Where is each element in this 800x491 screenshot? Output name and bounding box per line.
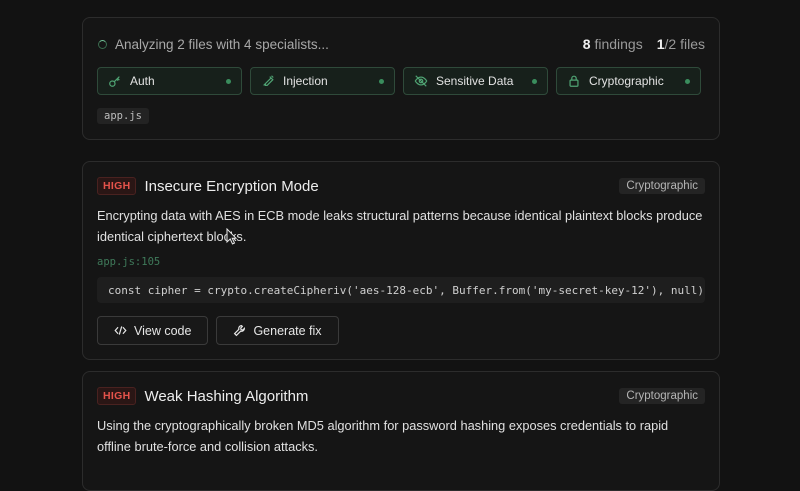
mouse-cursor-icon	[226, 228, 238, 245]
findings-counter: 8 findings	[582, 36, 643, 52]
view-code-label: View code	[134, 323, 192, 338]
syringe-icon	[261, 74, 275, 88]
status-dot	[685, 79, 690, 84]
specialist-label: Sensitive Data	[436, 74, 514, 88]
code-icon	[114, 324, 127, 337]
finding-title-group: HIGH Insecure Encryption Mode	[97, 177, 319, 195]
loading-spinner-icon	[98, 39, 107, 49]
specialist-label: Cryptographic	[589, 74, 664, 88]
status-dot	[226, 79, 231, 84]
finding-title: Weak Hashing Algorithm	[144, 387, 309, 405]
status-message-group: Analyzing 2 files with 4 specialists...	[98, 37, 329, 52]
severity-badge: HIGH	[97, 387, 137, 405]
file-chip[interactable]: app.js	[97, 108, 149, 124]
wrench-icon	[233, 324, 246, 337]
category-badge: Cryptographic	[619, 178, 705, 194]
specialist-label: Injection	[283, 74, 328, 88]
status-dot	[379, 79, 384, 84]
lock-icon	[567, 74, 581, 88]
finding-description: Encrypting data with AES in ECB mode lea…	[97, 208, 703, 244]
severity-badge: HIGH	[97, 177, 137, 195]
finding-location[interactable]: app.js:105	[97, 256, 160, 268]
specialist-cryptographic[interactable]: Cryptographic	[556, 67, 701, 95]
specialist-sensitive-data[interactable]: Sensitive Data	[403, 67, 548, 95]
view-code-button[interactable]: View code	[97, 316, 209, 345]
status-counters: 8 findings 1/2 files	[583, 36, 705, 52]
specialist-injection[interactable]: Injection	[250, 67, 395, 95]
key-icon	[108, 74, 122, 88]
specialist-label: Auth	[130, 74, 155, 88]
status-dot	[532, 79, 537, 84]
code-snippet: const cipher = crypto.createCipheriv('ae…	[97, 277, 705, 303]
finding-title-group: HIGH Weak Hashing Algorithm	[97, 387, 308, 405]
category-badge: Cryptographic	[619, 388, 705, 404]
finding-header: HIGH Insecure Encryption Mode Cryptograp…	[97, 177, 705, 195]
finding-description: Using the cryptographically broken MD5 a…	[97, 418, 669, 454]
generate-fix-button[interactable]: Generate fix	[216, 316, 339, 345]
finding-title: Insecure Encryption Mode	[144, 177, 319, 195]
files-counter: 1/2 files	[656, 36, 705, 52]
status-message: Analyzing 2 files with 4 specialists...	[115, 36, 329, 52]
analysis-status-card: Analyzing 2 files with 4 specialists... …	[82, 17, 720, 140]
specialist-list: Auth Injection Sensitive Data Cryptograp…	[97, 67, 701, 95]
specialist-auth[interactable]: Auth	[97, 67, 242, 95]
finding-card: HIGH Insecure Encryption Mode Cryptograp…	[82, 161, 720, 360]
finding-actions: View code Generate fix	[97, 316, 339, 345]
generate-fix-label: Generate fix	[253, 323, 322, 338]
status-row: Analyzing 2 files with 4 specialists... …	[98, 34, 705, 54]
eye-off-icon	[414, 74, 428, 88]
finding-header: HIGH Weak Hashing Algorithm Cryptographi…	[97, 387, 705, 405]
finding-card: HIGH Weak Hashing Algorithm Cryptographi…	[82, 371, 720, 491]
